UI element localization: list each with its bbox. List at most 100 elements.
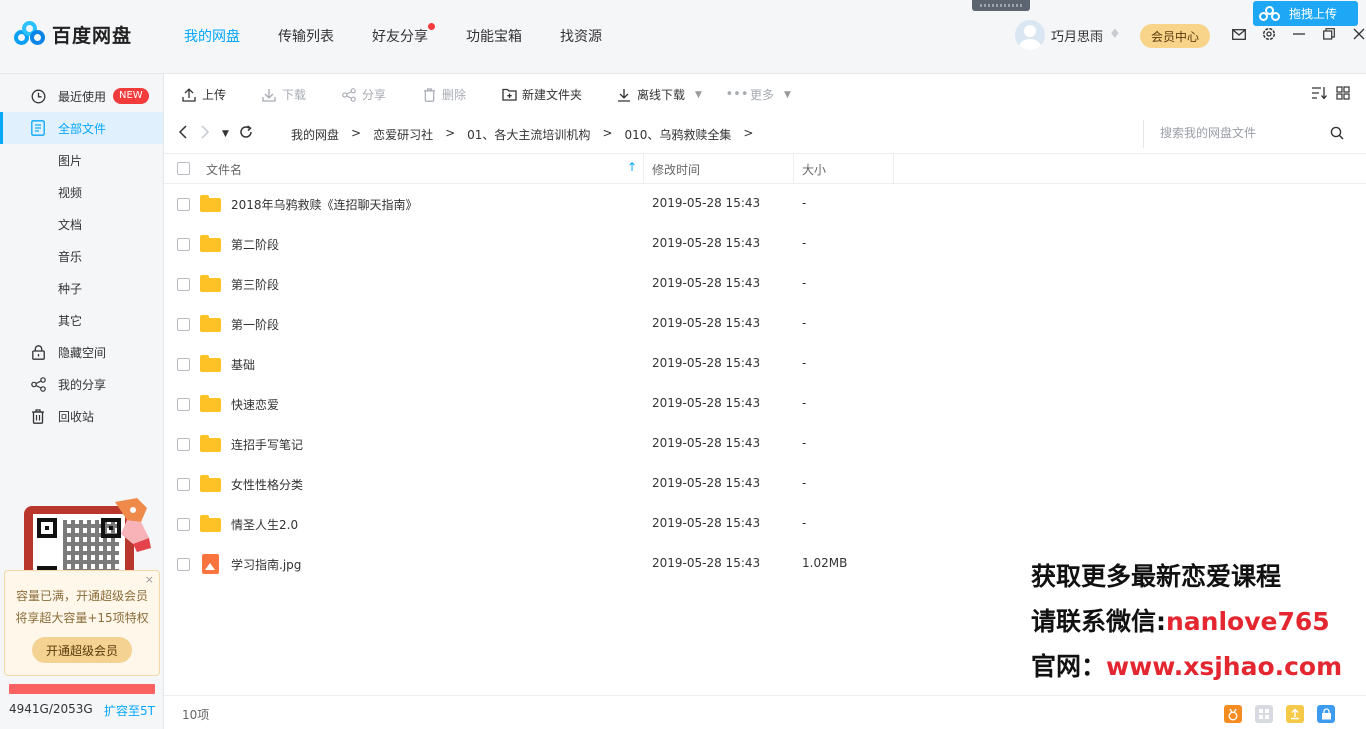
file-name[interactable]: 女性性格分类 [231, 476, 303, 493]
column-divider[interactable] [793, 154, 794, 184]
row-checkbox[interactable] [177, 478, 190, 491]
sidebar-item-recent[interactable]: 最近使用 NEW [0, 80, 163, 112]
medal-icon[interactable] [1224, 705, 1242, 723]
row-checkbox[interactable] [177, 238, 190, 251]
chevron-down-icon[interactable]: ▼ [784, 90, 791, 100]
row-checkbox[interactable] [177, 358, 190, 371]
upload-button[interactable]: 上传 [181, 86, 226, 103]
sidebar-item-recycle-bin[interactable]: 回收站 [0, 400, 163, 432]
folder-icon [200, 315, 221, 332]
vip-center-button[interactable]: 会员中心 [1140, 24, 1210, 48]
table-row[interactable]: 第二阶段 2019-05-28 15:43 - [164, 224, 1366, 264]
share-button[interactable]: 分享 [341, 86, 386, 103]
search-icon[interactable] [1330, 126, 1344, 144]
row-checkbox[interactable] [177, 438, 190, 451]
file-name[interactable]: 第二阶段 [231, 236, 279, 253]
table-row[interactable]: 第三阶段 2019-05-28 15:43 - [164, 264, 1366, 304]
sort-icon[interactable] [1310, 84, 1328, 102]
sidebar-item-all-files[interactable]: 全部文件 [0, 112, 163, 144]
file-name[interactable]: 快速恋爱 [231, 396, 279, 413]
file-name[interactable]: 学习指南.jpg [231, 556, 301, 573]
sidebar-item-other[interactable]: 其它 [0, 304, 163, 336]
search-input[interactable] [1160, 126, 1320, 140]
tab-transfer-list[interactable]: 传输列表 [278, 26, 334, 46]
apps-grid-icon[interactable] [1255, 705, 1273, 723]
chevron-down-icon[interactable]: ▼ [695, 90, 702, 100]
drag-upload-label: 拖拽上传 [1289, 7, 1338, 21]
lock-icon [30, 344, 46, 360]
file-name[interactable]: 连招手写笔记 [231, 436, 303, 453]
watermark-site-label: 官网： [1031, 652, 1107, 681]
grid-view-icon[interactable] [1334, 84, 1352, 102]
column-divider[interactable] [893, 154, 894, 184]
column-divider[interactable] [643, 154, 644, 184]
sidebar-item-documents[interactable]: 文档 [0, 208, 163, 240]
minimize-icon[interactable] [1291, 26, 1307, 42]
status-bar-icons [1224, 705, 1348, 723]
table-row[interactable]: 情圣人生2.0 2019-05-28 15:43 - [164, 504, 1366, 544]
row-checkbox[interactable] [177, 318, 190, 331]
file-size: - [802, 276, 807, 290]
column-header-time[interactable]: 修改时间 [652, 161, 700, 178]
sidebar-item-torrents[interactable]: 种子 [0, 272, 163, 304]
breadcrumb-item[interactable]: 010、乌鸦救赎全集 [625, 126, 732, 143]
tab-find-resources[interactable]: 找资源 [560, 26, 602, 46]
file-name[interactable]: 情圣人生2.0 [231, 516, 298, 533]
table-row[interactable]: 2018年乌鸦救赎《连招聊天指南》 2019-05-28 15:43 - [164, 184, 1366, 224]
lock-icon[interactable] [1317, 705, 1335, 723]
sidebar-item-videos[interactable]: 视频 [0, 176, 163, 208]
app-logo[interactable]: 百度网盘 [14, 20, 132, 48]
close-icon[interactable] [1351, 26, 1366, 42]
file-name[interactable]: 基础 [231, 356, 255, 373]
breadcrumb-separator[interactable]: > [743, 126, 753, 143]
table-row[interactable]: 快速恋爱 2019-05-28 15:43 - [164, 384, 1366, 424]
avatar[interactable] [1015, 20, 1045, 50]
open-super-vip-button[interactable]: 开通超级会员 [32, 637, 132, 663]
select-all-checkbox[interactable] [177, 162, 190, 175]
table-row[interactable]: 第一阶段 2019-05-28 15:43 - [164, 304, 1366, 344]
column-header-size[interactable]: 大小 [802, 161, 826, 178]
upload-box-icon[interactable] [1286, 705, 1304, 723]
breadcrumb-item[interactable]: 01、各大主流培训机构 [467, 126, 590, 143]
new-folder-button[interactable]: 新建文件夹 [501, 86, 582, 103]
forward-arrow-icon[interactable] [200, 125, 210, 143]
back-arrow-icon[interactable] [178, 125, 188, 143]
drag-upload-button[interactable]: 拖拽上传 [1253, 1, 1358, 26]
search-box [1143, 120, 1357, 148]
breadcrumb-item[interactable]: 我的网盘 [291, 126, 339, 143]
file-name[interactable]: 第一阶段 [231, 316, 279, 333]
refresh-icon[interactable] [239, 125, 253, 143]
username[interactable]: 巧月思雨 [1051, 26, 1103, 45]
chevron-down-icon[interactable]: ▼ [222, 129, 229, 139]
row-checkbox[interactable] [177, 398, 190, 411]
sidebar-item-images[interactable]: 图片 [0, 144, 163, 176]
file-name[interactable]: 第三阶段 [231, 276, 279, 293]
sort-ascending-icon[interactable]: ↑ [627, 160, 637, 174]
sidebar-item-my-share[interactable]: 我的分享 [0, 368, 163, 400]
tab-toolbox[interactable]: 功能宝箱 [466, 26, 522, 46]
settings-icon[interactable] [1261, 26, 1277, 42]
row-checkbox[interactable] [177, 278, 190, 291]
column-header-name[interactable]: 文件名 [206, 161, 242, 178]
row-checkbox[interactable] [177, 198, 190, 211]
sidebar-item-music[interactable]: 音乐 [0, 240, 163, 272]
row-checkbox[interactable] [177, 558, 190, 571]
delete-button[interactable]: 删除 [421, 86, 466, 103]
file-name[interactable]: 2018年乌鸦救赎《连招聊天指南》 [231, 196, 418, 213]
mail-icon[interactable] [1231, 26, 1247, 42]
offline-download-button[interactable]: 离线下载 ▼ [616, 86, 702, 103]
more-button[interactable]: ••• 更多 ▼ [726, 86, 791, 103]
tab-my-netdisk[interactable]: 我的网盘 [184, 26, 240, 46]
expand-storage-link[interactable]: 扩容至5T [104, 702, 155, 719]
sidebar-item-hidden-space[interactable]: 隐藏空间 [0, 336, 163, 368]
download-button[interactable]: 下载 [261, 86, 306, 103]
breadcrumb-item[interactable]: 恋爱研习社 [373, 126, 433, 143]
tab-friend-share[interactable]: 好友分享 [372, 23, 435, 46]
table-row[interactable]: 连招手写笔记 2019-05-28 15:43 - [164, 424, 1366, 464]
restore-icon[interactable] [1321, 26, 1337, 42]
table-row[interactable]: 女性性格分类 2019-05-28 15:43 - [164, 464, 1366, 504]
row-checkbox[interactable] [177, 518, 190, 531]
user-profile[interactable]: 巧月思雨 ♦ [1015, 20, 1123, 50]
table-row[interactable]: 基础 2019-05-28 15:43 - [164, 344, 1366, 384]
close-icon[interactable]: × [145, 573, 154, 586]
